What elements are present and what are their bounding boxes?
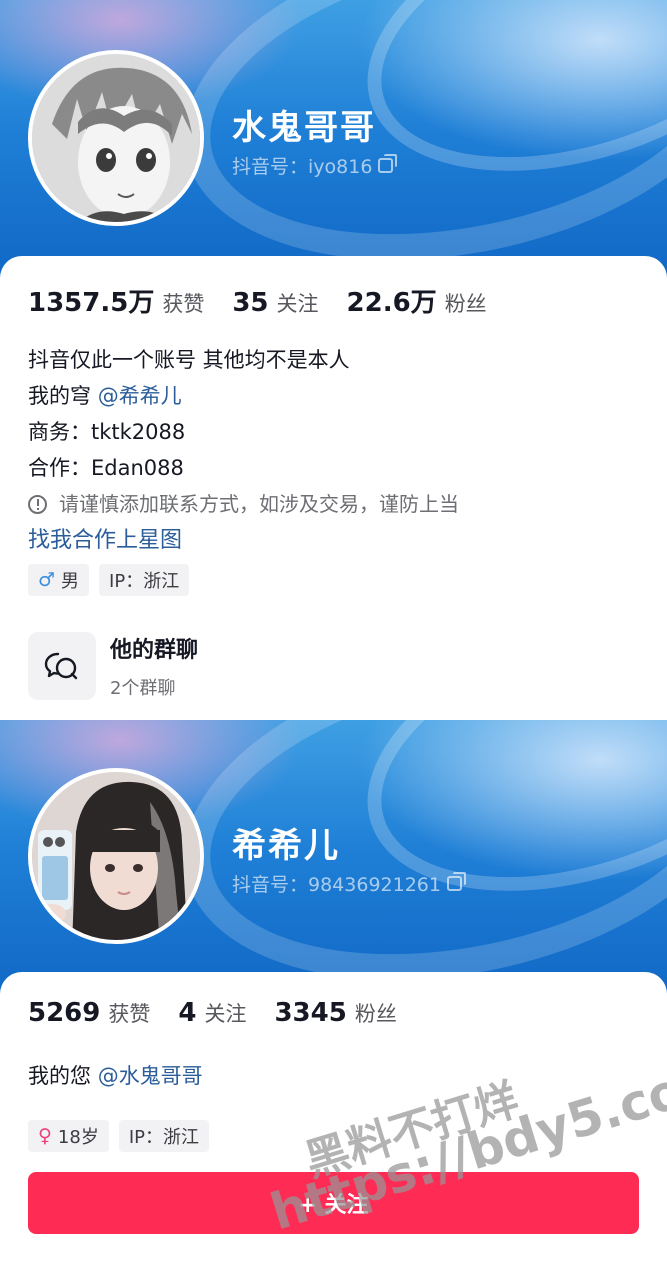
bio-line: 商务：tktk2088 [28,420,186,444]
stat-likes[interactable]: 5269 获赞 [28,998,150,1028]
bio: 我的您 @水鬼哥哥 [28,1058,203,1094]
group-chat-title: 他的群聊 [110,638,199,663]
gender-tag: ♂ 男 [28,564,90,596]
gender-text: 男 [61,571,80,592]
profile-card: 1357.5万 获赞 35 关注 22.6万 粉丝 抖音仅此一个账号 其他均不是… [0,256,667,720]
stat-label: 获赞 [162,292,205,316]
stat-following[interactable]: 35 关注 [232,288,318,318]
safety-warning: 请谨慎添加联系方式，如涉及交易，谨防上当 [28,486,459,522]
stat-number: 1357.5万 [28,288,155,318]
avatar[interactable] [28,768,204,944]
age-tag: ♀ 18岁 [28,1120,109,1152]
star-map-link[interactable]: 找我合作上星图 [28,522,459,560]
stat-label: 关注 [276,292,319,316]
stat-followers[interactable]: 22.6万 粉丝 [347,282,487,319]
stat-number: 35 [232,288,269,318]
mention-link[interactable]: @水鬼哥哥 [98,1064,203,1088]
douyin-id[interactable]: 抖音号：iyo816 [232,152,398,179]
chat-bubbles-icon [44,652,78,680]
stat-following[interactable]: 4 关注 [178,998,246,1028]
bio-line: 我的您 @水鬼哥哥 [28,1058,203,1094]
stat-label: 获赞 [108,1002,151,1026]
profile-name: 水鬼哥哥 [232,108,376,148]
stat-followers[interactable]: 3345 粉丝 [274,998,396,1028]
female-icon: ♀ [38,1125,52,1147]
bio-line: 抖音仅此一个账号 其他均不是本人 [28,348,350,372]
age-text: 18岁 [57,1127,99,1148]
copy-icon[interactable] [378,154,398,173]
bio-text: 我的穹 [28,384,91,408]
male-icon: ♂ [38,569,56,591]
bio-line: 我的穹 @希希儿 [28,378,459,414]
stat-label: 关注 [204,1002,247,1026]
stat-number: 22.6万 [346,288,437,318]
bio-text: 我的您 [28,1064,91,1088]
copy-icon[interactable] [446,872,466,891]
bio-line: 合作：Edan088 [28,456,184,480]
ip-tag: IP：浙江 [118,1120,209,1152]
mention-link[interactable]: @希希儿 [98,384,182,408]
group-chat-text: 他的群聊 2个群聊 [110,632,198,700]
stat-label: 粉丝 [354,1002,397,1026]
profile-tags: ♂ 男 IP：浙江 [28,564,190,596]
group-chat-icon-box [28,632,96,700]
profile-name: 希希儿 [232,826,340,866]
group-chat-count: 2个群聊 [110,678,176,699]
stat-likes[interactable]: 1357.5万 获赞 [28,282,204,319]
bio: 抖音仅此一个账号 其他均不是本人 我的穹 @希希儿 商务：tktk2088 合作… [28,342,459,560]
girl-selfie-photo [32,772,200,940]
douyin-id-text: 抖音号：iyo816 [232,156,373,178]
avatar[interactable] [28,50,204,226]
stats-row: 5269 获赞 4 关注 3345 粉丝 [28,998,425,1028]
profile-tags: ♀ 18岁 IP：浙江 [28,1120,209,1152]
ip-tag: IP：浙江 [99,564,190,596]
stat-label: 粉丝 [444,292,487,316]
stats-row: 1357.5万 获赞 35 关注 22.6万 粉丝 [28,282,515,319]
group-chat-entry[interactable]: 他的群聊 2个群聊 [28,632,198,700]
anime-avatar-illustration [32,54,200,222]
warning-text: 请谨慎添加联系方式，如涉及交易，谨防上当 [59,492,459,516]
stat-number: 4 [178,998,197,1028]
douyin-id-text: 抖音号：98436921261 [232,874,441,896]
warning-icon [28,494,47,514]
stat-number: 3345 [274,998,347,1028]
stat-number: 5269 [28,998,101,1028]
douyin-id[interactable]: 抖音号：98436921261 [232,870,466,897]
